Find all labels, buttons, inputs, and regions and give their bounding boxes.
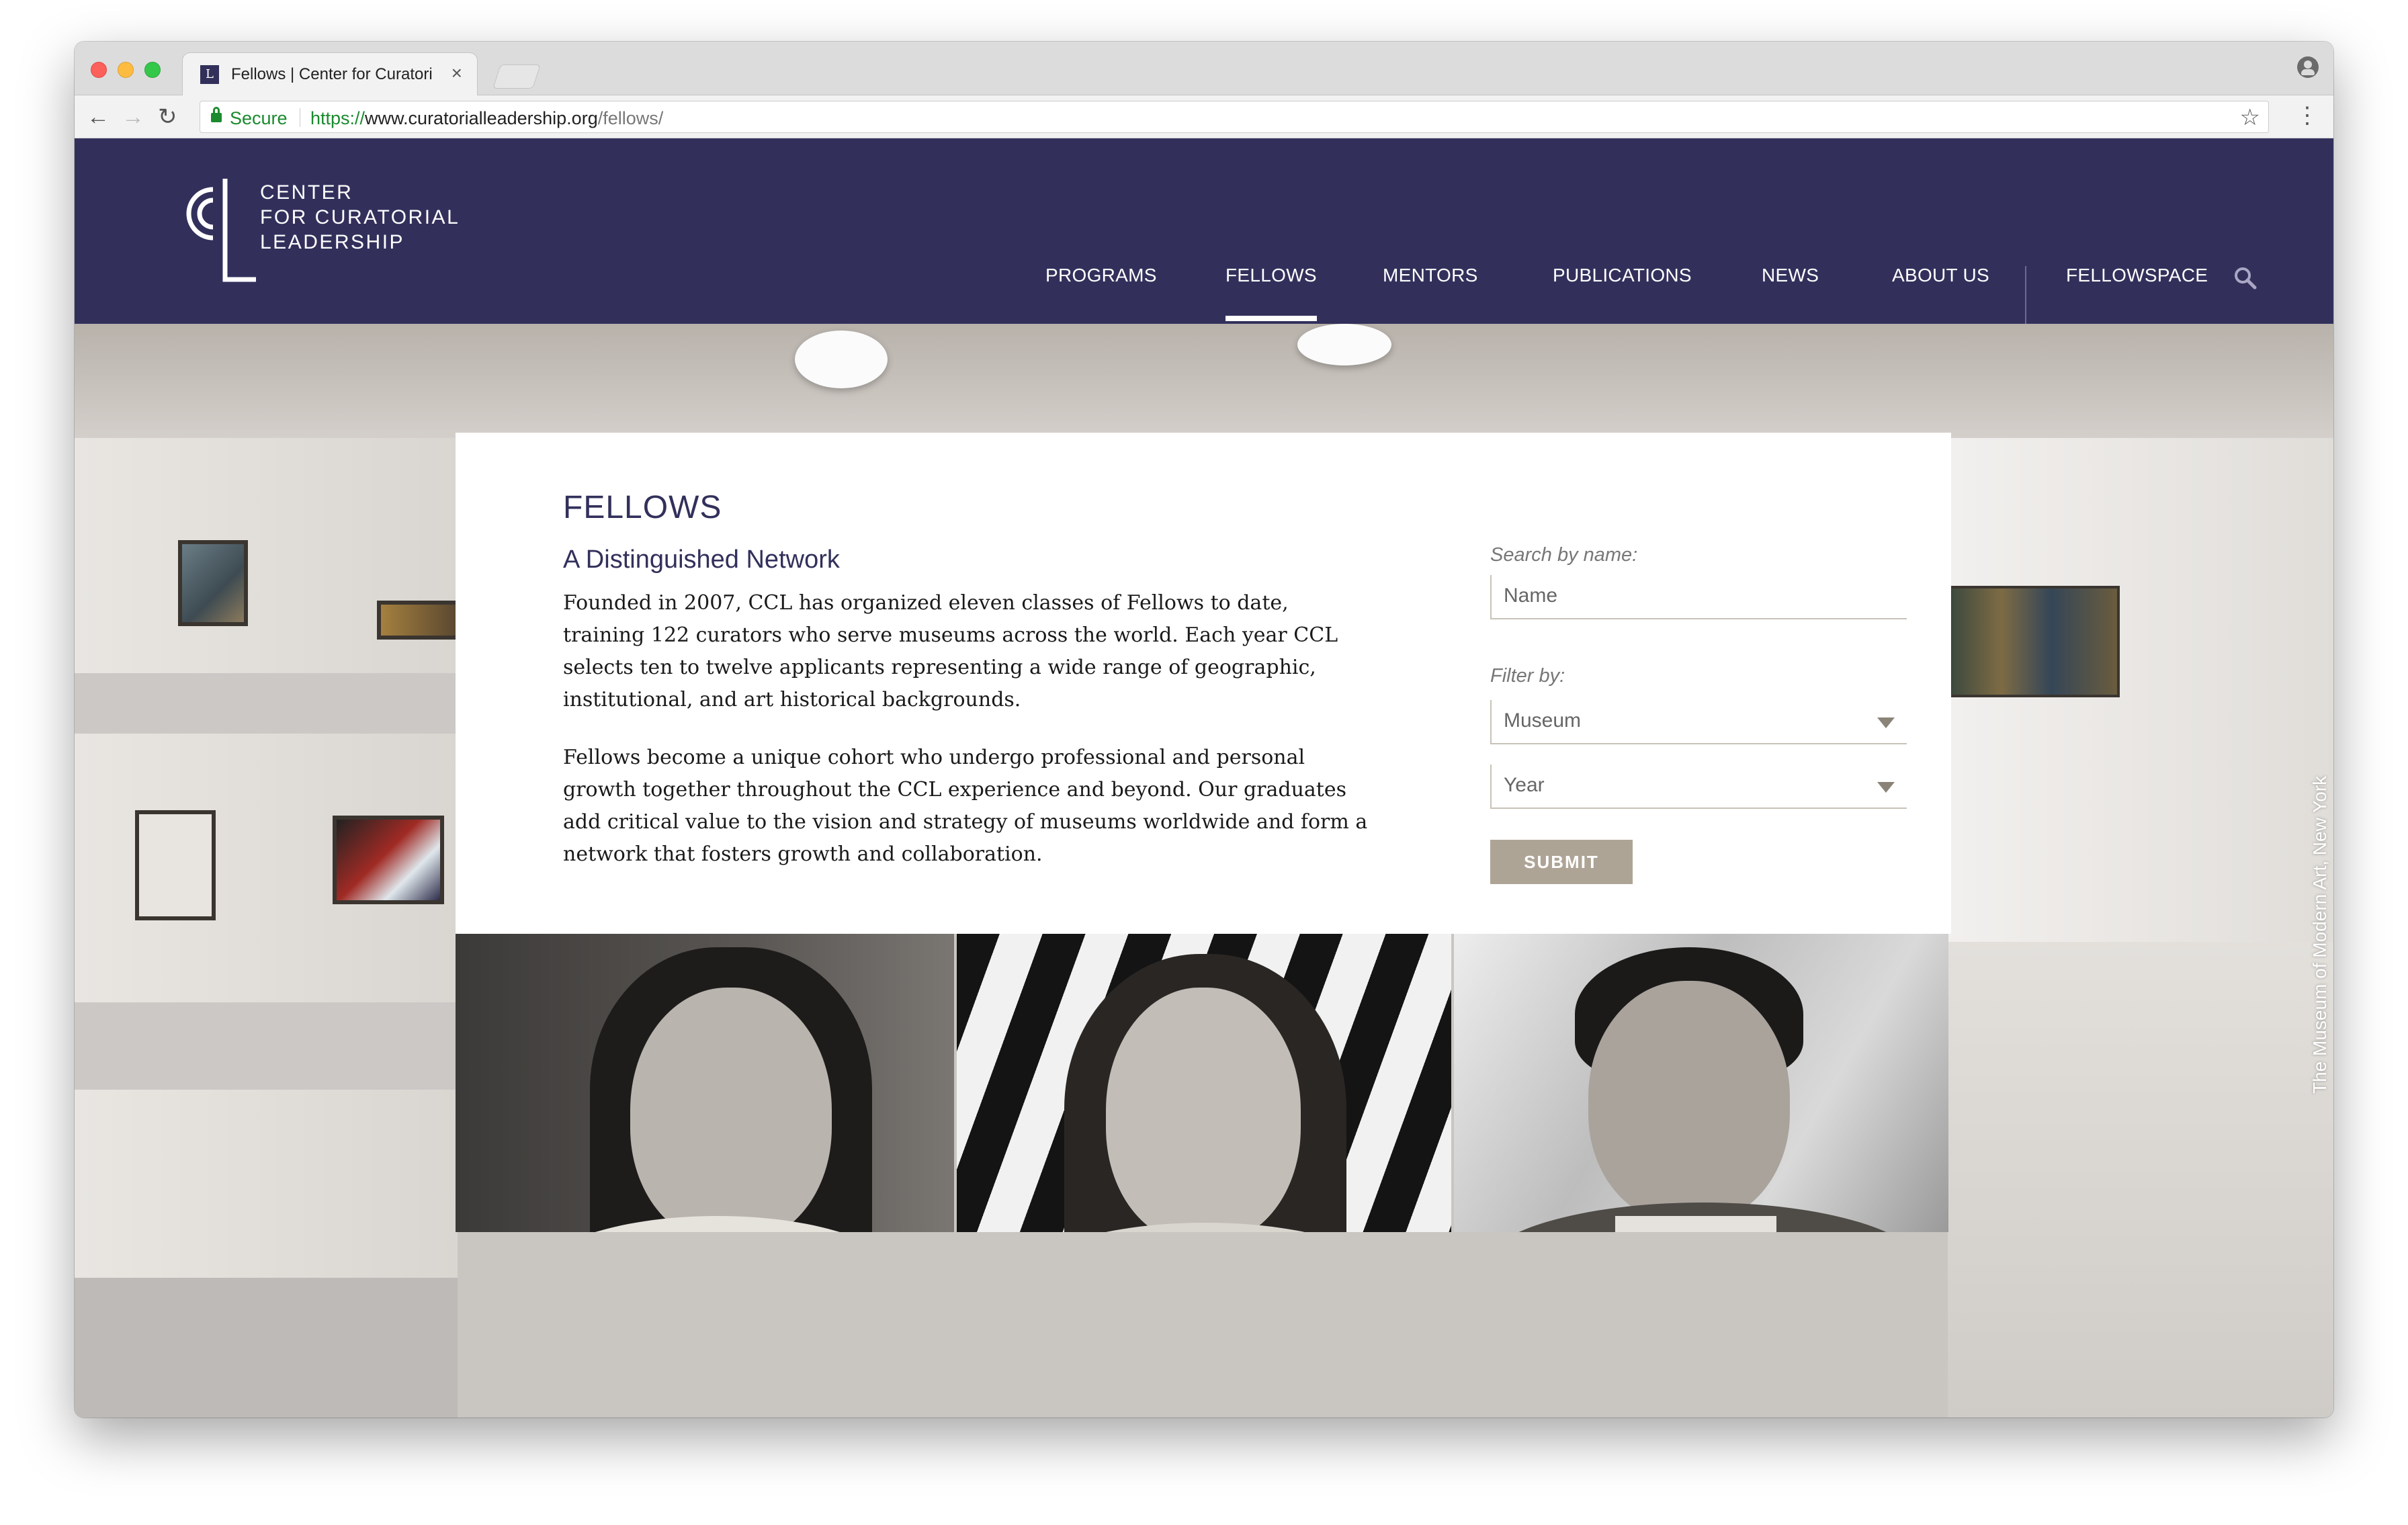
maximize-window-button[interactable]: [144, 62, 161, 78]
page-title: FELLOWS: [563, 490, 722, 525]
portrait-face: [1106, 988, 1301, 1232]
intro-paragraph: Fellows become a unique cohort who under…: [563, 746, 1368, 866]
gallery-left-wall: [75, 438, 458, 1418]
gallery-painting: [333, 816, 444, 904]
intro-paragraph: Founded in 2007, CCL has organized eleve…: [563, 591, 1338, 711]
chevron-down-icon: [1877, 782, 1895, 793]
portrait-shirt: [1615, 1216, 1776, 1232]
nav-about-us[interactable]: ABOUT US: [1892, 265, 1989, 286]
browser-toolbar: ← → ↻ Secure https://www.curatorialleade…: [75, 95, 2333, 138]
fellow-portrait[interactable]: [456, 934, 954, 1232]
browser-tab[interactable]: L Fellows | Center for Curatorial ×: [182, 52, 478, 95]
page-subtitle: A Distinguished Network: [563, 546, 840, 574]
submit-button[interactable]: SUBMIT: [1490, 840, 1633, 884]
lock-icon: [211, 107, 222, 122]
gallery-painting: [1949, 586, 2120, 697]
nav-fellows[interactable]: FELLOWS: [1226, 265, 1317, 321]
bookmark-star-icon[interactable]: ☆: [2240, 104, 2260, 131]
web-page: CENTER FOR CURATORIAL LEADERSHIP PROGRAM…: [75, 138, 2333, 1418]
address-bar[interactable]: Secure https://www.curatorialleadership.…: [200, 101, 2269, 133]
forward-arrow-icon[interactable]: →: [122, 102, 144, 132]
chevron-down-icon: [1877, 717, 1895, 728]
nav-divider: [2025, 266, 2026, 325]
gallery-balcony: [75, 1278, 458, 1418]
main-nav: PROGRAMS FELLOWS MENTORS PUBLICATIONS NE…: [75, 265, 2333, 324]
fellow-portrait[interactable]: [957, 934, 1451, 1232]
tab-title: Fellows | Center for Curatorial: [231, 65, 433, 83]
filter-label: Filter by:: [1490, 665, 1565, 687]
tab-close-icon[interactable]: ×: [452, 62, 462, 84]
search-label: Search by name:: [1490, 544, 1638, 566]
gallery-painting: [178, 540, 248, 626]
gallery-painting: [135, 810, 216, 920]
tab-bar: L Fellows | Center for Curatorial ×: [75, 42, 2333, 95]
browser-window: L Fellows | Center for Curatorial × ← → …: [75, 42, 2333, 1418]
url-path: /fellows/: [597, 108, 664, 128]
new-tab-button[interactable]: [492, 64, 541, 89]
year-select-value: Year: [1504, 774, 1545, 796]
url-host: www.curatorialleadership.org: [365, 108, 598, 128]
name-search-input[interactable]: Name: [1490, 575, 1907, 619]
museum-select[interactable]: Museum: [1490, 700, 1907, 744]
gallery-ceiling: [75, 324, 2333, 438]
nav-programs[interactable]: PROGRAMS: [1045, 265, 1157, 286]
logo-line-3: LEADERSHIP: [260, 231, 405, 253]
minimize-window-button[interactable]: [118, 62, 134, 78]
close-window-button[interactable]: [91, 62, 107, 78]
site-favicon-icon: L: [200, 65, 219, 84]
ceiling-light: [1297, 324, 1391, 365]
portrait-face: [1588, 981, 1790, 1223]
ceiling-light: [795, 331, 888, 388]
secure-label: Secure: [230, 108, 288, 128]
site-header: CENTER FOR CURATORIAL LEADERSHIP PROGRAM…: [75, 138, 2333, 325]
reload-icon[interactable]: ↻: [158, 102, 177, 132]
logo-line-1: CENTER: [260, 181, 353, 204]
gallery-balcony: [75, 1002, 458, 1090]
fellows-intro-card: FELLOWS A Distinguished Network Founded …: [456, 433, 1951, 934]
profile-icon[interactable]: [2297, 56, 2319, 78]
name-placeholder: Name: [1504, 584, 1558, 607]
fellow-portrait[interactable]: [1454, 934, 1948, 1232]
browser-menu-icon[interactable]: ⋮: [2296, 102, 2319, 129]
photo-caption: The Museum of Modern Art, New York: [2309, 775, 2330, 1094]
gallery-balcony: [75, 673, 458, 734]
logo-line-2: FOR CURATORIAL: [260, 206, 460, 228]
logo-wordmark[interactable]: CENTER FOR CURATORIAL LEADERSHIP: [260, 180, 460, 255]
gallery-floor: [1948, 942, 2333, 1418]
nav-fellowspace[interactable]: FELLOWSPACE: [2066, 265, 2208, 286]
url-protocol: https://: [310, 108, 366, 128]
search-icon[interactable]: [2233, 266, 2258, 290]
nav-publications[interactable]: PUBLICATIONS: [1553, 265, 1692, 286]
museum-select-value: Museum: [1504, 709, 1582, 732]
year-select[interactable]: Year: [1490, 765, 1907, 809]
nav-news[interactable]: NEWS: [1762, 265, 1819, 286]
gallery-painting: [377, 601, 460, 640]
portrait-face: [630, 988, 832, 1232]
nav-mentors[interactable]: MENTORS: [1383, 265, 1478, 286]
url-text[interactable]: https://www.curatorialleadership.org/fel…: [310, 108, 663, 129]
back-arrow-icon[interactable]: ←: [87, 102, 110, 132]
